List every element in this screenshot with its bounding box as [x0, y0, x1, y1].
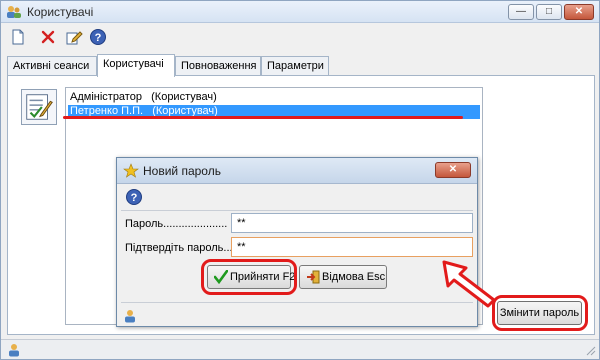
users-app-icon: [7, 6, 21, 18]
confirm-password-field[interactable]: **: [231, 237, 473, 257]
confirm-password-label: Підтвердіть пароль....: [125, 242, 236, 254]
highlight-underline: [63, 116, 463, 119]
toolbar: ?: [1, 24, 599, 50]
resize-grip-icon[interactable]: [586, 346, 596, 356]
tab-permissions[interactable]: Повноваження: [175, 56, 261, 76]
window-title: Користувачі: [27, 5, 94, 19]
cancel-button-label: Відмова Esc: [322, 271, 386, 283]
user-status-icon: [9, 344, 19, 357]
annotation-arrow-icon: [442, 260, 496, 308]
password-label: Пароль.....................: [125, 218, 228, 230]
svg-text:?: ?: [131, 192, 138, 204]
divider: [121, 302, 473, 303]
dialog-title-bar: Новий пароль ✕: [117, 158, 477, 184]
tab-users[interactable]: Користувачі: [97, 54, 175, 77]
password-field[interactable]: **: [231, 213, 473, 233]
dialog-close-button[interactable]: ✕: [435, 162, 471, 178]
new-document-icon[interactable]: [9, 28, 27, 46]
star-icon: [123, 163, 139, 178]
help-icon[interactable]: ?: [89, 28, 107, 46]
tab-parameters[interactable]: Параметри: [261, 56, 329, 76]
exit-arrow-icon: [307, 270, 320, 284]
new-password-dialog: Новий пароль ✕ ? Пароль.................…: [116, 157, 478, 327]
maximize-button[interactable]: □: [536, 4, 562, 20]
user-status-icon: [125, 310, 135, 323]
help-icon[interactable]: ?: [125, 188, 143, 206]
user-list-icon: [21, 89, 57, 125]
svg-text:?: ?: [95, 32, 102, 44]
cancel-button[interactable]: Відмова Esc: [299, 265, 387, 289]
divider: [121, 210, 473, 211]
minimize-button[interactable]: —: [508, 4, 534, 20]
list-item[interactable]: Адміністратор (Користувач): [68, 91, 217, 105]
tab-active-sessions[interactable]: Активні сеанси: [7, 56, 97, 76]
edit-icon[interactable]: [65, 28, 83, 46]
close-button[interactable]: ✕: [564, 4, 594, 20]
delete-icon[interactable]: [39, 28, 57, 46]
status-bar: [1, 339, 599, 359]
dialog-title: Новий пароль: [143, 164, 221, 178]
change-password-highlight: [492, 295, 588, 331]
accept-button-highlight: [201, 259, 297, 295]
title-bar: Користувачі — □ ✕: [1, 1, 599, 23]
